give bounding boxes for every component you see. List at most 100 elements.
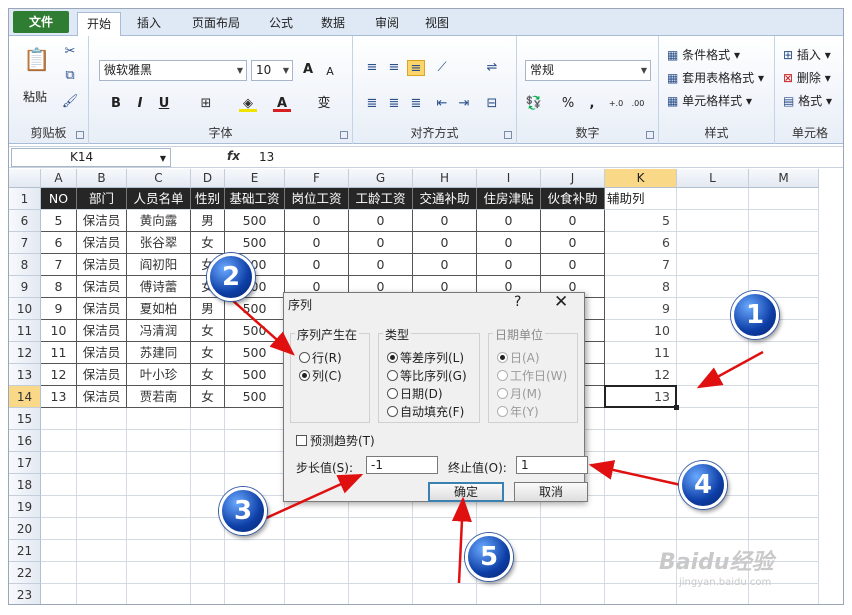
cell-d14[interactable]: 女 <box>191 386 225 408</box>
cell-d16[interactable] <box>191 430 225 452</box>
cell-k8[interactable]: 7 <box>605 254 677 276</box>
radio-weekday[interactable]: 工作日(W) <box>497 368 567 384</box>
cut-icon[interactable]: ✂ <box>61 44 79 60</box>
cell-j8[interactable]: 0 <box>541 254 605 276</box>
name-box[interactable]: K14 ▼ <box>11 148 171 167</box>
radio-linear[interactable]: 等差序列(L) <box>387 350 464 366</box>
cell-g23[interactable] <box>349 584 413 604</box>
cell-c16[interactable] <box>127 430 191 452</box>
phonetic-icon[interactable]: 变 <box>315 96 333 112</box>
cell-d7[interactable]: 女 <box>191 232 225 254</box>
stop-input[interactable]: 1 <box>516 456 588 474</box>
cell-a13[interactable]: 12 <box>41 364 77 386</box>
cell-k17[interactable] <box>605 452 677 474</box>
cell-k10[interactable]: 9 <box>605 298 677 320</box>
row-header-20[interactable]: 20 <box>9 518 41 540</box>
cell-b21[interactable] <box>77 540 127 562</box>
number-launcher-icon[interactable] <box>646 131 654 139</box>
cell-c7[interactable]: 张谷翠 <box>127 232 191 254</box>
cell-l14[interactable] <box>677 386 749 408</box>
cell-g22[interactable] <box>349 562 413 584</box>
cell-c21[interactable] <box>127 540 191 562</box>
cell-k12[interactable]: 11 <box>605 342 677 364</box>
cell-i6[interactable]: 0 <box>477 210 541 232</box>
table-header-cell[interactable]: 工龄工资 <box>349 188 413 210</box>
cell-k9[interactable]: 8 <box>605 276 677 298</box>
row-header-16[interactable]: 16 <box>9 430 41 452</box>
ok-button[interactable]: 确定 <box>428 482 504 502</box>
radio-day[interactable]: 日(A) <box>497 350 540 366</box>
number-format-select[interactable]: 常规 ▼ <box>525 60 651 81</box>
format-cells-button[interactable]: ▤ 格式 ▾ <box>783 92 832 109</box>
cell-f21[interactable] <box>285 540 349 562</box>
help-button[interactable]: ? <box>514 294 521 310</box>
cell-c10[interactable]: 夏如柏 <box>127 298 191 320</box>
column-header-f[interactable]: F <box>285 169 349 188</box>
radio-autofill[interactable]: 自动填充(F) <box>387 404 464 420</box>
column-header-b[interactable]: B <box>77 169 127 188</box>
font-name-select[interactable]: 微软雅黑 ▼ <box>99 60 247 81</box>
cell-m12[interactable] <box>749 342 819 364</box>
increase-decimal-icon[interactable]: +.0 <box>607 96 625 112</box>
cell-e23[interactable] <box>225 584 285 604</box>
formula-input[interactable]: 13 <box>259 150 274 164</box>
cell-c22[interactable] <box>127 562 191 584</box>
cell-e17[interactable] <box>225 452 285 474</box>
cell-e6[interactable]: 500 <box>225 210 285 232</box>
cell-e13[interactable]: 500 <box>225 364 285 386</box>
cell-k6[interactable]: 5 <box>605 210 677 232</box>
grow-font-icon[interactable]: A <box>299 62 317 78</box>
column-header-g[interactable]: G <box>349 169 413 188</box>
cell-d17[interactable] <box>191 452 225 474</box>
cell-k13[interactable]: 12 <box>605 364 677 386</box>
cell-a12[interactable]: 11 <box>41 342 77 364</box>
cell-m18[interactable] <box>749 474 819 496</box>
cell-c6[interactable]: 黄向露 <box>127 210 191 232</box>
cell-g6[interactable]: 0 <box>349 210 413 232</box>
cell-h6[interactable]: 0 <box>413 210 477 232</box>
cell-e11[interactable]: 500 <box>225 320 285 342</box>
cell-a17[interactable] <box>41 452 77 474</box>
radio-column[interactable]: 列(C) <box>299 368 342 384</box>
cell-b9[interactable]: 保洁员 <box>77 276 127 298</box>
cell-k15[interactable] <box>605 408 677 430</box>
format-as-table-button[interactable]: ▦ 套用表格格式 ▾ <box>667 69 764 86</box>
cell-d23[interactable] <box>191 584 225 604</box>
cell-a8[interactable]: 7 <box>41 254 77 276</box>
paste-button[interactable]: 粘贴 <box>23 88 47 105</box>
cell-c13[interactable]: 叶小珍 <box>127 364 191 386</box>
cell-m13[interactable] <box>749 364 819 386</box>
cell-d10[interactable]: 男 <box>191 298 225 320</box>
column-header-d[interactable]: D <box>191 169 225 188</box>
cell-b19[interactable] <box>77 496 127 518</box>
radio-year[interactable]: 年(Y) <box>497 404 539 420</box>
row-header-14[interactable]: 14 <box>9 386 41 408</box>
cell-l6[interactable] <box>677 210 749 232</box>
row-header-11[interactable]: 11 <box>9 320 41 342</box>
cell-a10[interactable]: 9 <box>41 298 77 320</box>
tab-view[interactable]: 视图 <box>415 12 459 36</box>
paste-icon[interactable]: 📋 <box>23 46 50 76</box>
cell-b18[interactable] <box>77 474 127 496</box>
cell-d12[interactable]: 女 <box>191 342 225 364</box>
cell-i23[interactable] <box>477 584 541 604</box>
cell-a7[interactable]: 6 <box>41 232 77 254</box>
cell-h8[interactable]: 0 <box>413 254 477 276</box>
row-header-7[interactable]: 7 <box>9 232 41 254</box>
cell-m19[interactable] <box>749 496 819 518</box>
tab-data[interactable]: 数据 <box>311 12 355 36</box>
table-header-cell[interactable]: 部门 <box>77 188 127 210</box>
row-header-18[interactable]: 18 <box>9 474 41 496</box>
align-left-icon[interactable]: ≣ <box>363 96 381 112</box>
active-cell-selection[interactable] <box>604 385 679 410</box>
cell-e7[interactable]: 500 <box>225 232 285 254</box>
cell-b13[interactable]: 保洁员 <box>77 364 127 386</box>
cell-j6[interactable]: 0 <box>541 210 605 232</box>
cell-a21[interactable] <box>41 540 77 562</box>
percent-button[interactable]: % <box>559 96 577 112</box>
cell-b22[interactable] <box>77 562 127 584</box>
font-launcher-icon[interactable] <box>340 131 348 139</box>
decrease-decimal-icon[interactable]: .00 <box>629 96 647 112</box>
cell-d11[interactable]: 女 <box>191 320 225 342</box>
close-icon[interactable]: ✕ <box>554 292 568 312</box>
